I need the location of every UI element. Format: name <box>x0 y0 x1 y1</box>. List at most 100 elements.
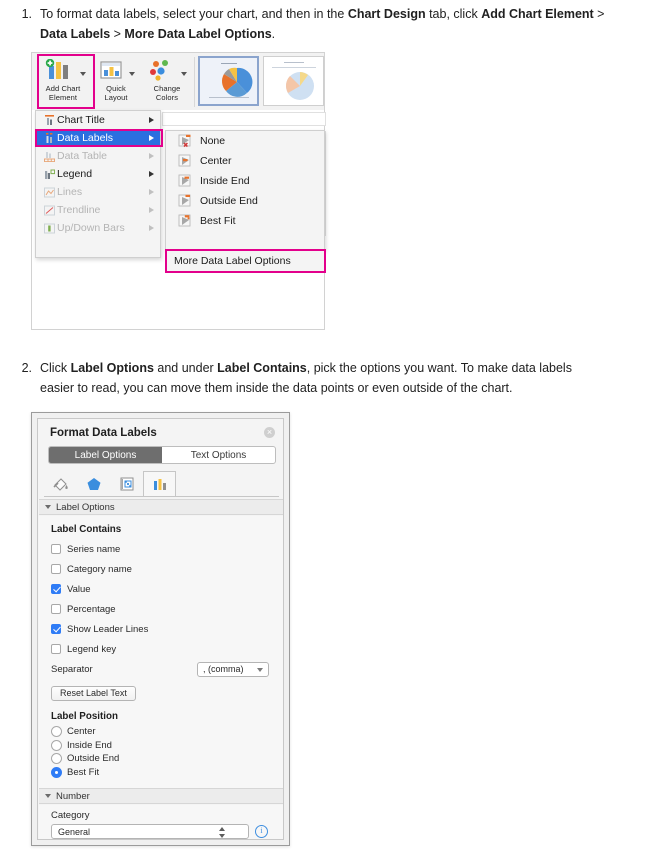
checkbox-legend-key-box[interactable] <box>51 644 61 654</box>
close-icon[interactable]: × <box>264 427 275 438</box>
ribbon-divider <box>194 57 195 107</box>
section-header-number-label: Number <box>56 790 90 802</box>
section-header-number[interactable]: Number <box>39 788 283 804</box>
checkbox-percentage[interactable]: Percentage <box>51 599 283 619</box>
separator-label: Separator <box>51 663 93 675</box>
label-contains-heading: Label Contains <box>51 524 122 535</box>
chart-styles-gallery[interactable] <box>198 56 324 108</box>
format-data-labels-panel: Format Data Labels × Label Options Text … <box>31 412 290 846</box>
panel-tab-group[interactable]: Label Options Text Options <box>48 446 276 464</box>
submenu-item-none-label: None <box>200 135 226 147</box>
menu-item-trendline[interactable]: Trendline <box>36 201 160 219</box>
radio-best-fit[interactable]: Best Fit <box>51 766 283 780</box>
step-2-seg-3: Label Contains <box>217 361 307 375</box>
submenu-item-inside-end[interactable]: Inside End <box>166 171 324 191</box>
step-1: 1. To format data labels, select your ch… <box>0 4 606 44</box>
label-outside-end-icon <box>176 194 196 209</box>
number-category-dropdown[interactable]: General <box>51 824 249 839</box>
checkbox-series-name[interactable]: Series name <box>51 539 283 559</box>
checkbox-percentage-box[interactable] <box>51 604 61 614</box>
checkbox-category-name[interactable]: Category name <box>51 559 283 579</box>
submenu-item-outside-end[interactable]: Outside End <box>166 191 324 211</box>
change-colors-label-line1: Change <box>153 84 181 93</box>
checkbox-legend-key[interactable]: Legend key <box>51 639 283 659</box>
data-labels-submenu[interactable]: None Center Inside End Outside End Best … <box>165 130 325 250</box>
separator-row: Separator , (comma) <box>51 659 269 679</box>
step-2: 2. Click Label Options and under Label C… <box>0 358 606 398</box>
section-header-label-options[interactable]: Label Options <box>39 499 283 515</box>
effects-icon[interactable] <box>77 471 110 497</box>
quick-layout-label-line1: Quick <box>106 84 126 93</box>
fill-and-line-icon[interactable] <box>44 471 77 497</box>
radio-best-fit-dot[interactable] <box>51 766 62 778</box>
ribbon-button-quick-layout[interactable]: Quick Layout <box>94 53 138 110</box>
data-table-icon <box>42 151 57 162</box>
menu-item-chart-title-label: Chart Title <box>57 114 105 126</box>
chevron-right-icon <box>146 189 156 195</box>
number-category-value: General <box>58 826 91 837</box>
menu-item-lines[interactable]: Lines <box>36 183 160 201</box>
trendline-icon <box>42 205 57 216</box>
add-chart-element-highlight <box>37 54 95 109</box>
checkbox-show-leader-lines[interactable]: Show Leader Lines <box>51 619 283 639</box>
chart-design-ribbon: Add Chart Element Quick Layout Change Co… <box>31 52 325 110</box>
menu-item-data-table[interactable]: Data Table <box>36 147 160 165</box>
change-colors-caret-icon <box>180 72 187 76</box>
menu-item-data-labels[interactable]: Data Labels <box>35 129 163 147</box>
menu-item-trendline-label: Trendline <box>57 204 101 216</box>
checkbox-show-leader-lines-label: Show Leader Lines <box>67 623 149 635</box>
menu-item-lines-label: Lines <box>57 186 83 198</box>
checkbox-value[interactable]: Value <box>51 579 283 599</box>
label-options-chart-icon[interactable] <box>143 471 176 497</box>
reset-label-text-button[interactable]: Reset Label Text <box>51 685 136 701</box>
menu-item-data-labels-label: Data Labels <box>57 132 114 144</box>
submenu-item-best-fit-label: Best Fit <box>200 215 236 227</box>
submenu-item-center-label: Center <box>200 155 232 167</box>
checkbox-value-box[interactable] <box>51 584 61 594</box>
tab-text-options[interactable]: Text Options <box>162 447 275 463</box>
ribbon-label-quick-layout: Quick Layout <box>104 84 127 102</box>
menu-item-chart-title[interactable]: Chart Title <box>36 111 160 129</box>
radio-center-label: Center <box>67 726 96 738</box>
radio-inside-end[interactable]: Inside End <box>51 739 283 753</box>
chevron-right-icon <box>146 207 156 213</box>
ribbon-button-add-chart-element[interactable]: Add Chart Element <box>35 53 95 110</box>
chevron-right-icon <box>146 135 156 141</box>
checkbox-value-label: Value <box>67 583 91 595</box>
add-chart-element-dropdown-menu[interactable]: Chart Title Data Labels Data Table Legen… <box>35 110 163 258</box>
submenu-item-outside-end-label: Outside End <box>200 195 258 207</box>
radio-outside-end-dot[interactable] <box>51 753 62 765</box>
chart-style-thumbnail-2[interactable] <box>263 56 324 106</box>
ghost-toolbar-strip <box>162 112 326 126</box>
menu-item-legend[interactable]: Legend <box>36 165 160 183</box>
submenu-item-center[interactable]: Center <box>166 151 324 171</box>
chart-style-thumbnail-1[interactable] <box>198 56 260 106</box>
checkbox-show-leader-lines-box[interactable] <box>51 624 61 634</box>
radio-inside-end-dot[interactable] <box>51 739 62 751</box>
step-1-seg-7: More Data Label Options <box>124 27 272 41</box>
checkbox-series-name-box[interactable] <box>51 544 61 554</box>
submenu-item-more-data-label-options[interactable]: More Data Label Options <box>165 250 325 272</box>
separator-dropdown[interactable]: , (comma) <box>197 661 269 677</box>
step-1-seg-0: To format data labels, select your chart… <box>40 7 348 21</box>
label-options-body: Label Contains Series name Category name… <box>39 516 283 788</box>
submenu-item-best-fit[interactable]: Best Fit <box>166 211 324 231</box>
chevron-down-icon <box>45 505 51 509</box>
menu-item-updown-bars[interactable]: Up/Down Bars <box>36 219 160 237</box>
info-icon[interactable]: i <box>255 825 268 838</box>
submenu-item-none[interactable]: None <box>166 131 324 151</box>
label-position-heading: Label Position <box>51 711 118 722</box>
checkbox-category-name-box[interactable] <box>51 564 61 574</box>
stepper-icon[interactable] <box>218 827 226 838</box>
section-header-label-options-label: Label Options <box>56 501 115 513</box>
radio-center[interactable]: Center <box>51 725 283 739</box>
chevron-right-icon <box>146 153 156 159</box>
radio-center-dot[interactable] <box>51 726 62 738</box>
radio-best-fit-label: Best Fit <box>67 766 100 778</box>
size-and-properties-icon[interactable] <box>110 471 143 497</box>
ribbon-button-change-colors[interactable]: Change Colors <box>142 53 192 110</box>
radio-outside-end[interactable]: Outside End <box>51 752 283 766</box>
panel-icon-tabs[interactable] <box>44 471 279 497</box>
data-labels-icon <box>42 132 57 144</box>
tab-label-options[interactable]: Label Options <box>49 447 162 463</box>
